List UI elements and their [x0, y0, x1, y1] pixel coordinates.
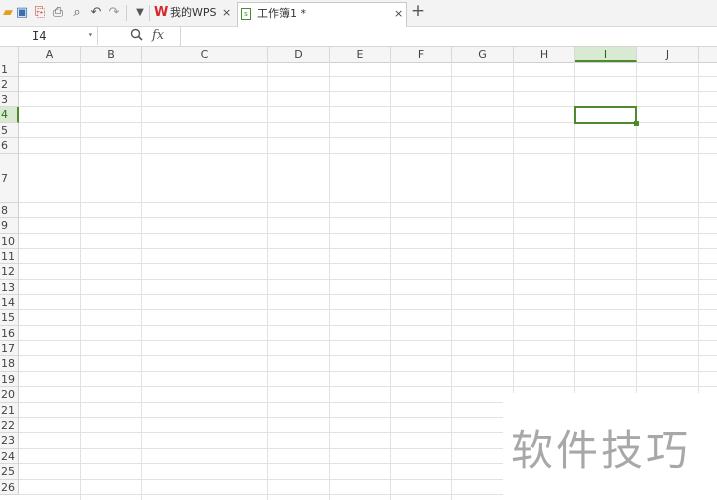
grid-column-line — [451, 62, 452, 500]
row-header-22[interactable]: 22 — [0, 418, 19, 433]
row-header-12[interactable]: 12 — [0, 264, 19, 280]
row-header-20[interactable]: 20 — [0, 387, 19, 403]
column-header-j[interactable]: J — [637, 47, 699, 62]
row-header-13[interactable]: 13 — [0, 280, 19, 295]
grid-row-line — [19, 153, 717, 154]
tab-workbook[interactable]: s 工作簿1 * × — [237, 2, 407, 27]
watermark-text: 软件技巧 — [511, 426, 692, 475]
grid-row-line — [19, 279, 717, 280]
column-header-b[interactable]: B — [81, 47, 142, 62]
column-header-e[interactable]: E — [330, 47, 391, 62]
formula-divider — [180, 27, 181, 46]
row-header-6[interactable]: 6 — [0, 138, 19, 154]
grid-row-line — [19, 309, 717, 310]
watermark: 软件技巧 — [503, 393, 717, 500]
fx-icon[interactable]: fx — [152, 28, 164, 43]
column-header-bar: ABCDEFGHIJ — [0, 47, 717, 63]
new-tab-icon[interactable]: + — [410, 3, 426, 20]
grid-column-line — [390, 62, 391, 500]
row-header-23[interactable]: 23 — [0, 433, 19, 449]
row-header-4[interactable]: 4 — [0, 107, 19, 123]
row-header-18[interactable]: 18 — [0, 356, 19, 372]
print-icon[interactable]: ⎙ — [50, 5, 66, 21]
row-header-7[interactable]: 7 — [0, 154, 19, 203]
name-box[interactable]: I4 ▾ — [0, 27, 98, 45]
fill-handle[interactable] — [634, 121, 639, 126]
row-header-25[interactable]: 25 — [0, 464, 19, 480]
chevron-down-icon[interactable]: ▾ — [88, 30, 93, 39]
column-header-d[interactable]: D — [268, 47, 330, 62]
grid-row-line — [19, 355, 717, 356]
column-header-c[interactable]: C — [142, 47, 268, 62]
column-header-i[interactable]: I — [575, 47, 637, 62]
column-header-a[interactable]: A — [19, 47, 81, 62]
grid-row-line — [19, 294, 717, 295]
grid-row-line — [19, 91, 717, 92]
redo-icon[interactable]: ↷ — [106, 5, 122, 21]
save-icon[interactable]: ▣ — [14, 5, 30, 21]
undo-icon[interactable]: ↶ — [88, 5, 104, 21]
select-all-corner[interactable] — [0, 47, 19, 62]
grid-column-line — [267, 62, 268, 500]
grid-row-line — [19, 202, 717, 203]
row-header-19[interactable]: 19 — [0, 372, 19, 387]
wps-logo-icon: W — [154, 5, 169, 20]
row-header-9[interactable]: 9 — [0, 218, 19, 234]
tab-label: 工作簿1 * — [257, 7, 306, 20]
row-header-8[interactable]: 8 — [0, 203, 19, 218]
zoom-icon[interactable] — [130, 28, 143, 45]
column-header-g[interactable]: G — [452, 47, 514, 62]
spreadsheet-file-icon: s — [241, 8, 251, 20]
column-header-f[interactable]: F — [391, 47, 452, 62]
grid-column-line — [329, 62, 330, 500]
tab-my-wps[interactable]: W 我的WPS × — [152, 2, 236, 26]
row-header-16[interactable]: 16 — [0, 326, 19, 341]
selected-cell[interactable] — [574, 106, 637, 124]
grid-row-line — [19, 371, 717, 372]
grid-row-line — [19, 340, 717, 341]
grid-row-line — [19, 137, 717, 138]
print-preview-icon[interactable]: ⌕ — [69, 5, 85, 21]
row-header-14[interactable]: 14 — [0, 295, 19, 310]
toolbar-separator — [149, 5, 150, 21]
row-header-11[interactable]: 11 — [0, 249, 19, 264]
row-header-24[interactable]: 24 — [0, 449, 19, 464]
grid-row-line — [19, 325, 717, 326]
toolbar-separator — [126, 5, 127, 21]
grid-column-line — [80, 62, 81, 500]
row-header-21[interactable]: 21 — [0, 403, 19, 418]
row-header-15[interactable]: 15 — [0, 310, 19, 326]
formula-bar: I4 ▾ fx — [0, 27, 717, 47]
formula-input[interactable] — [186, 29, 706, 44]
grid-row-line — [19, 217, 717, 218]
tab-label: 我的WPS — [170, 6, 217, 19]
row-header-17[interactable]: 17 — [0, 341, 19, 356]
grid-row-line — [19, 263, 717, 264]
row-header-2[interactable]: 2 — [0, 77, 19, 92]
column-header-h[interactable]: H — [514, 47, 575, 62]
grid-column-line — [141, 62, 142, 500]
grid-row-line — [19, 76, 717, 77]
row-header-26[interactable]: 26 — [0, 480, 19, 495]
name-box-value: I4 — [32, 29, 47, 43]
row-header-1[interactable]: 1 — [0, 62, 19, 77]
title-bar: ▰ ▣ ⎘ ⎙ ⌕ ↶ ↷ ▼ W 我的WPS × s 工作簿1 * × + — [0, 0, 717, 27]
more-dropdown-icon[interactable]: ▼ — [132, 5, 148, 21]
grid-row-line — [19, 248, 717, 249]
row-header-10[interactable]: 10 — [0, 234, 19, 249]
row-header-3[interactable]: 3 — [0, 92, 19, 107]
export-pdf-icon[interactable]: ⎘ — [32, 5, 48, 21]
row-header-5[interactable]: 5 — [0, 123, 19, 138]
grid-row-line — [19, 233, 717, 234]
grid-row-line — [19, 386, 717, 387]
close-icon[interactable]: × — [222, 2, 231, 24]
close-icon[interactable]: × — [394, 3, 403, 25]
